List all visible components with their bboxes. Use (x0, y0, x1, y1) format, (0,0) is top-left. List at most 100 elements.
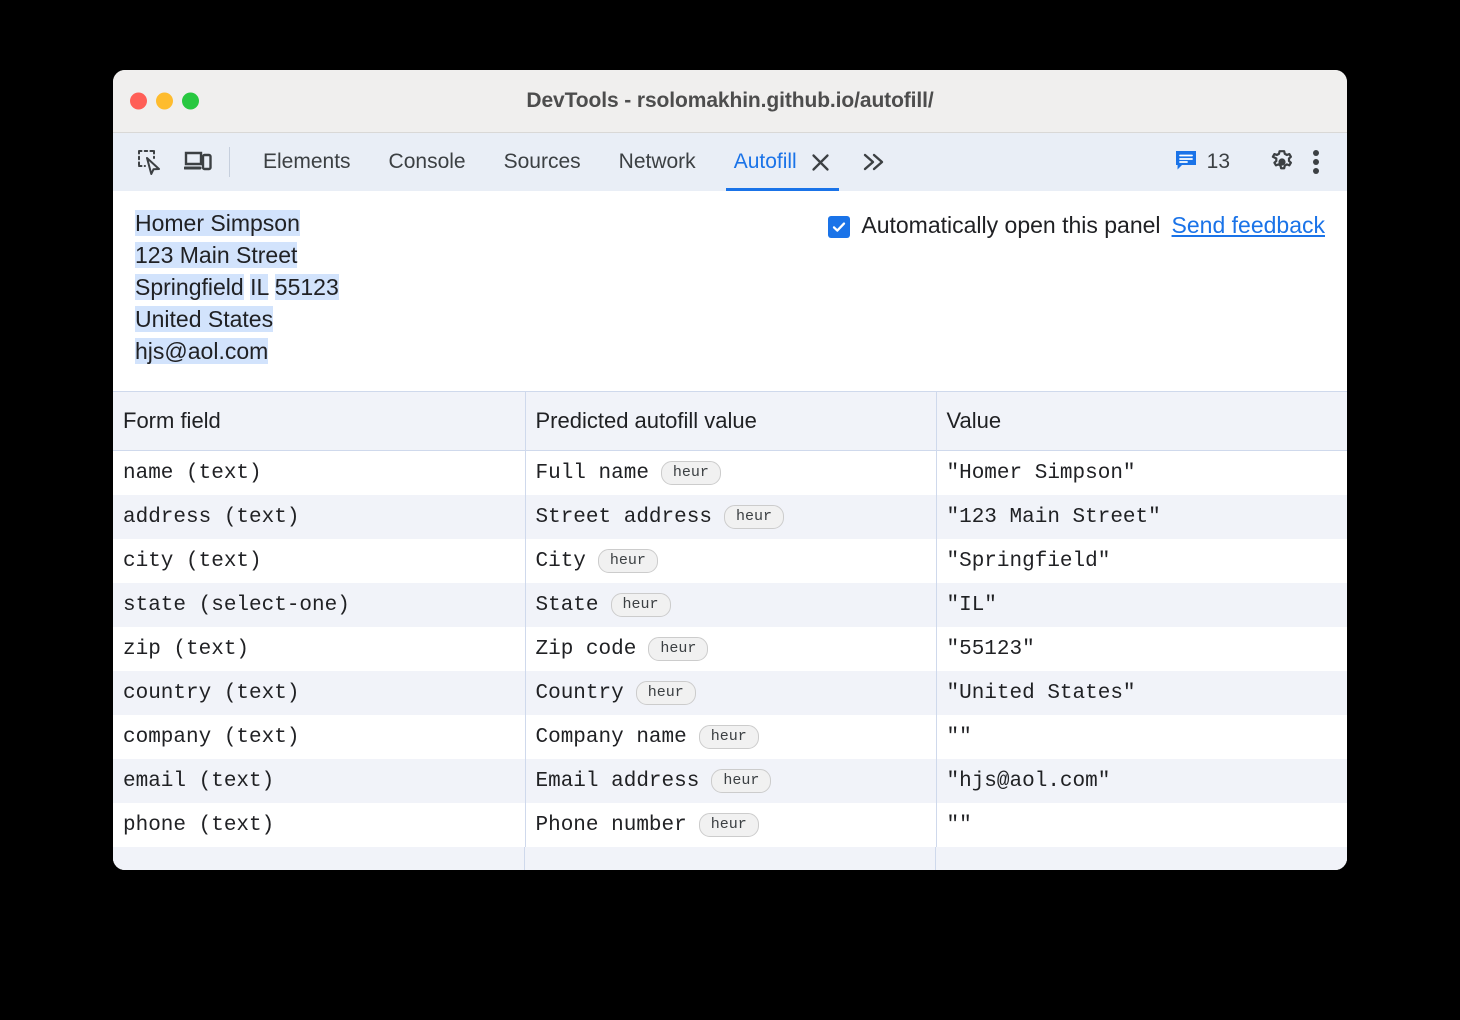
table-row[interactable]: email (text)Email addressheur"hjs@aol.co… (113, 759, 1347, 803)
window-maximize-button[interactable] (182, 93, 199, 110)
predicted-value-wrapper: State heur (536, 593, 936, 617)
autofill-table: Form field Predicted autofill value Valu… (113, 391, 1347, 847)
predicted-value-wrapper: Zip codeheur (536, 637, 936, 661)
predicted-value-label: Company name (536, 726, 687, 749)
heuristic-badge: heur (724, 505, 784, 529)
cell-predicted-value: Zip codeheur (525, 627, 936, 671)
cell-value: "Homer Simpson" (936, 451, 1347, 496)
address-preview-line: Springfield IL 55123 (135, 271, 339, 303)
cell-predicted-value: Full name heur (525, 451, 936, 496)
close-icon[interactable] (810, 152, 831, 173)
tab-console[interactable]: Console (370, 133, 485, 191)
heuristic-badge: heur (661, 461, 721, 485)
address-preview-line: United States (135, 303, 339, 335)
predicted-value-wrapper: Full name heur (536, 461, 936, 485)
tab-label: Autofill (734, 150, 797, 174)
cell-value: "United States" (936, 671, 1347, 715)
table-row[interactable]: company (text)Company nameheur"" (113, 715, 1347, 759)
predicted-value-wrapper: Email address heur (536, 769, 936, 793)
table-row[interactable]: country (text)Countryheur"United States" (113, 671, 1347, 715)
address-highlight-segment: Homer Simpson (135, 210, 300, 236)
address-plain-segment (268, 274, 274, 300)
column-header-value[interactable]: Value (936, 392, 1347, 451)
predicted-value-label: Phone number (536, 814, 687, 837)
cell-form-field: city (text) (113, 539, 525, 583)
cell-form-field: state (select-one) (113, 583, 525, 627)
cell-value: "hjs@aol.com" (936, 759, 1347, 803)
cell-form-field: name (text) (113, 451, 525, 496)
heuristic-badge: heur (699, 813, 759, 837)
address-preview-line: hjs@aol.com (135, 335, 339, 367)
table-partial-cell (525, 847, 936, 870)
tab-label: Sources (504, 150, 581, 174)
cell-value: "55123" (936, 627, 1347, 671)
table-row[interactable]: name (text) Full name heur "Homer Simpson" (113, 451, 1347, 496)
tab-sources[interactable]: Sources (485, 133, 600, 191)
column-header-predicted-value[interactable]: Predicted autofill value (525, 392, 936, 451)
window-titlebar: DevTools - rsolomakhin.github.io/autofil… (113, 70, 1347, 133)
tab-elements[interactable]: Elements (244, 133, 370, 191)
predicted-value-label: City (536, 550, 586, 573)
address-preview: Homer Simpson 123 Main Street Springfield … (135, 207, 339, 391)
send-feedback-link[interactable]: Send feedback (1172, 212, 1325, 239)
address-highlight-segment: 123 Main Street (135, 242, 297, 268)
table-body: name (text)Full nameheur"Homer Simpson"a… (113, 451, 1347, 848)
cell-predicted-value: State heur (525, 583, 936, 627)
predicted-value-wrapper: Street address heur (536, 505, 936, 529)
column-header-form-field[interactable]: Form field (113, 392, 525, 451)
cell-value: "Springfield" (936, 539, 1347, 583)
toolbar-left-icons (113, 133, 213, 191)
tab-network[interactable]: Network (600, 133, 715, 191)
auto-open-label: Automatically open this panel (861, 212, 1160, 239)
window-close-button[interactable] (130, 93, 147, 110)
autofill-panel: Homer Simpson 123 Main Street Springfield … (113, 191, 1347, 870)
panel-tabs: Elements Console Sources Network Autofil… (244, 133, 850, 191)
toolbar-divider (229, 147, 230, 177)
cell-form-field: zip (text) (113, 627, 525, 671)
predicted-value-label: State (536, 594, 599, 617)
table-row[interactable]: phone (text)Phone numberheur"" (113, 803, 1347, 847)
predicted-value-wrapper: Cityheur (536, 549, 936, 573)
heuristic-badge: heur (636, 681, 696, 705)
table-row[interactable]: address (text)Street addressheur"123 Mai… (113, 495, 1347, 539)
heuristic-badge: heur (648, 637, 708, 661)
address-highlight-segment: IL (250, 274, 268, 300)
heuristic-badge: heur (711, 769, 771, 793)
kebab-menu-icon[interactable] (1301, 145, 1331, 179)
console-message-icon (1174, 148, 1198, 177)
address-preview-line: 123 Main Street (135, 239, 339, 271)
tab-autofill[interactable]: Autofill (715, 133, 850, 191)
tab-label: Elements (263, 150, 351, 174)
chevron-double-right-icon[interactable] (850, 133, 898, 191)
table-row[interactable]: zip (text) Zip codeheur"55123" (113, 627, 1347, 671)
predicted-value-wrapper: Country heur (536, 681, 936, 705)
cell-predicted-value: Country heur (525, 671, 936, 715)
cell-predicted-value: Cityheur (525, 539, 936, 583)
tab-label: Network (619, 150, 696, 174)
table-row[interactable]: city (text) Cityheur"Springfield" (113, 539, 1347, 583)
auto-open-checkbox[interactable] (828, 216, 850, 238)
device-toolbar-icon[interactable] (183, 147, 213, 177)
window-title: DevTools - rsolomakhin.github.io/autofil… (113, 89, 1347, 113)
gear-icon[interactable] (1265, 145, 1299, 179)
traffic-lights (130, 93, 199, 110)
cell-predicted-value: Phone number heur (525, 803, 936, 847)
predicted-value-label: Email address (536, 770, 700, 793)
cell-predicted-value: Email address heur (525, 759, 936, 803)
predicted-value-label: Country (536, 682, 624, 705)
heuristic-badge: heur (699, 725, 759, 749)
table-row[interactable]: state (select-one)Stateheur"IL" (113, 583, 1347, 627)
address-highlight-segment: hjs@aol.com (135, 338, 268, 364)
predicted-value-label: Full name (536, 462, 649, 485)
toolbar-right-icons: 13 (1164, 133, 1347, 191)
inspect-element-icon[interactable] (135, 147, 165, 177)
window-minimize-button[interactable] (156, 93, 173, 110)
predicted-value-label: Street address (536, 506, 712, 529)
table-header: Form field Predicted autofill value Valu… (113, 392, 1347, 451)
heuristic-badge: heur (611, 593, 671, 617)
devtools-window: DevTools - rsolomakhin.github.io/autofil… (113, 70, 1347, 870)
console-messages-button[interactable]: 13 (1164, 148, 1240, 177)
devtools-toolbar: Elements Console Sources Network Autofil… (113, 133, 1347, 191)
cell-value: "123 Main Street" (936, 495, 1347, 539)
autofill-panel-header: Homer Simpson 123 Main Street Springfield … (113, 191, 1347, 391)
